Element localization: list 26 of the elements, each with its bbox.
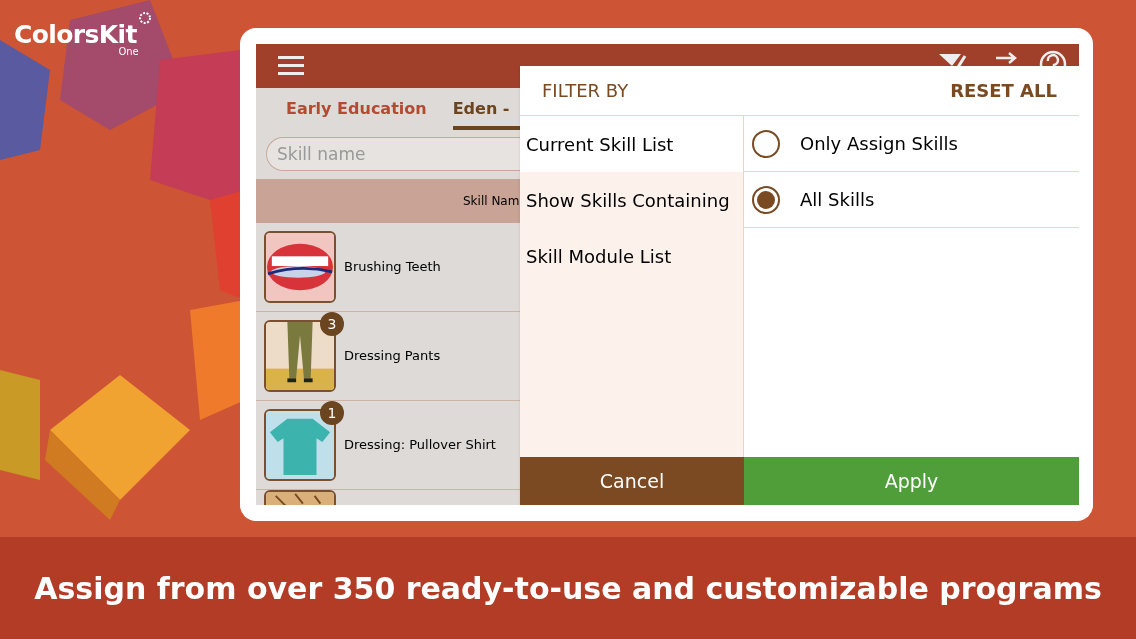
arrow-icon[interactable] xyxy=(996,52,1018,64)
flower-icon xyxy=(136,10,153,26)
radio-option[interactable]: All Skills xyxy=(744,172,1079,228)
filter-icon[interactable] xyxy=(939,52,967,66)
tab[interactable]: Early Education xyxy=(286,92,427,130)
panel-title: FILTER BY xyxy=(542,79,629,103)
menu-icon[interactable] xyxy=(278,55,304,77)
filter-category[interactable]: Current Skill List xyxy=(520,116,743,172)
radio-button[interactable] xyxy=(752,185,780,214)
skill-name: Dressing: Pullover Shirt xyxy=(344,436,496,455)
skill-name: Dressing Pants xyxy=(344,347,441,366)
logo-subtitle: One xyxy=(118,47,139,57)
caption-text: Assign from over 350 ready-to-use and customizable programs xyxy=(34,569,1102,608)
logo-text: ColorsKit xyxy=(14,22,137,47)
radio-button[interactable] xyxy=(752,129,780,158)
search-field[interactable]: Skill name xyxy=(266,137,520,171)
help-icon[interactable] xyxy=(1039,50,1067,66)
option-label: Only Assign Skills xyxy=(800,132,958,156)
count-badge: 3 xyxy=(320,312,344,336)
reset-all-button[interactable]: RESET ALL xyxy=(950,77,1057,104)
count-badge: 1 xyxy=(320,401,344,425)
option-label: All Skills xyxy=(800,188,875,212)
radio-option[interactable]: Only Assign Skills xyxy=(744,116,1079,172)
cancel-button[interactable]: Cancel xyxy=(520,457,744,505)
skill-name: Brushing Teeth xyxy=(344,258,441,277)
column-header: Skill Nam xyxy=(463,193,520,210)
